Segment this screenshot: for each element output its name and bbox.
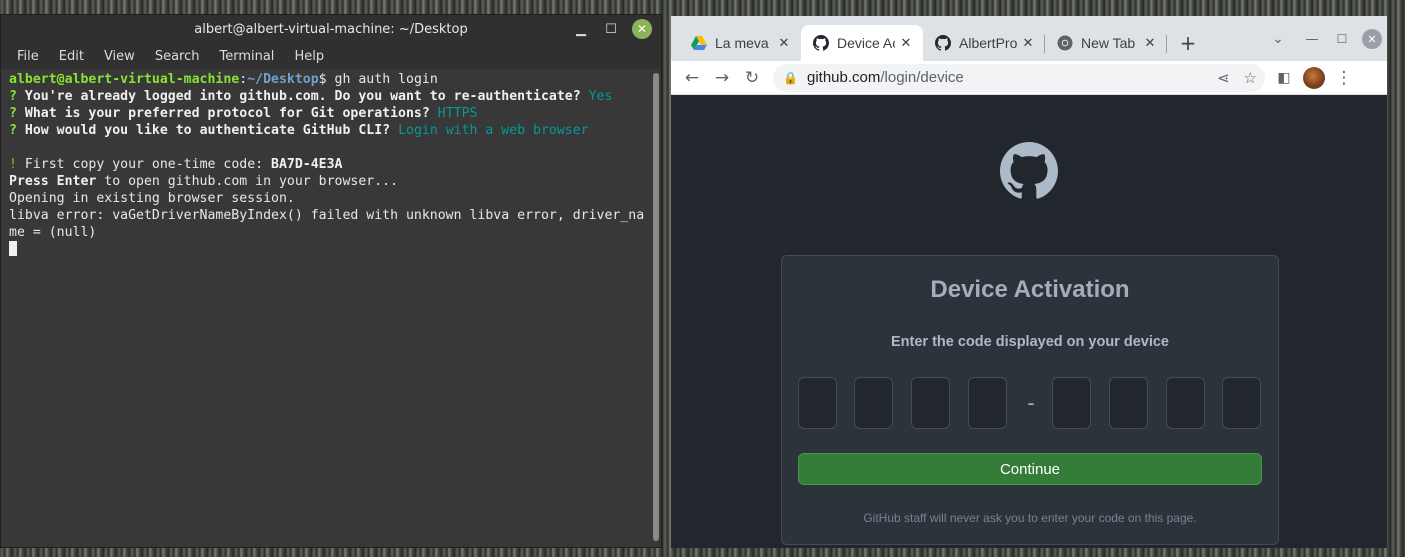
github-icon [935, 35, 951, 51]
code-input-2[interactable] [854, 377, 893, 429]
close-icon[interactable]: ✕ [1021, 36, 1035, 51]
tab-label: La meva u [715, 35, 773, 51]
lock-icon: 🔒 [783, 70, 798, 85]
tab-new-tab[interactable]: New Tab ✕ [1045, 25, 1167, 61]
terminal-line-q1: ? You're already logged into github.com.… [9, 89, 613, 104]
google-drive-icon [691, 35, 707, 51]
code-input-7[interactable] [1166, 377, 1205, 429]
terminal-line-prompt: albert@albert-virtual-machine:~/Desktop$… [9, 72, 438, 87]
terminal-title: albert@albert-virtual-machine: ~/Desktop [194, 21, 468, 37]
github-icon [813, 35, 829, 51]
tab-label: Device Act [837, 35, 895, 51]
close-icon[interactable]: ✕ [777, 36, 791, 51]
minimize-icon[interactable]: ▁ [571, 19, 591, 39]
terminal-line-q3: ? How would you like to authenticate Git… [9, 123, 589, 138]
close-icon[interactable]: ✕ [632, 19, 652, 39]
tab-search-icon[interactable]: ⌄ [1263, 24, 1293, 54]
menu-terminal[interactable]: Terminal [209, 49, 284, 64]
menu-search[interactable]: Search [145, 49, 210, 64]
terminal-scrollbar[interactable] [653, 73, 659, 541]
page-subtitle: Enter the code displayed on your device [891, 334, 1169, 350]
close-icon[interactable]: ✕ [899, 36, 913, 51]
maximize-icon[interactable]: ☐ [601, 19, 621, 39]
code-input-1[interactable] [798, 377, 837, 429]
device-activation-card: Device Activation Enter the code display… [781, 255, 1279, 545]
side-panel-icon[interactable]: ◧ [1269, 64, 1299, 92]
terminal-line-press: Press Enter to open github.com in your b… [9, 174, 399, 189]
code-input-5[interactable] [1052, 377, 1091, 429]
bookmark-star-icon[interactable]: ☆ [1244, 69, 1257, 87]
code-input-8[interactable] [1222, 377, 1261, 429]
tab-label: New Tab [1081, 35, 1136, 51]
page-content: Device Activation Enter the code display… [671, 95, 1387, 548]
code-input-4[interactable] [968, 377, 1007, 429]
terminal-cursor-line [9, 241, 651, 258]
menu-edit[interactable]: Edit [49, 49, 94, 64]
tab-albert-project[interactable]: AlbertPro ✕ [923, 25, 1045, 61]
one-time-code: BA7D-4E3A [271, 157, 343, 172]
code-separator: - [1027, 391, 1035, 415]
terminal-line-libva: libva error: vaGetDriverNameByIndex() fa… [9, 208, 645, 223]
menu-help[interactable]: Help [284, 49, 334, 64]
menu-view[interactable]: View [94, 49, 145, 64]
tab-label: AlbertPro [959, 35, 1017, 51]
security-note: GitHub staff will never ask you to enter… [863, 511, 1197, 525]
chrome-icon [1057, 35, 1073, 51]
reload-icon[interactable]: ↻ [737, 64, 767, 92]
back-icon[interactable]: ← [677, 64, 707, 92]
close-icon[interactable]: ✕ [1143, 36, 1157, 51]
maximize-icon[interactable]: ☐ [1327, 24, 1357, 54]
address-bar[interactable]: 🔒 github.com/login/device ⋖ ☆ [773, 63, 1265, 92]
code-input-3[interactable] [911, 377, 950, 429]
url-path: /login/device [880, 69, 964, 86]
menu-file[interactable]: File [7, 49, 49, 64]
terminal-window: albert@albert-virtual-machine: ~/Desktop… [0, 14, 662, 548]
code-input-6[interactable] [1109, 377, 1148, 429]
tab-device-activation[interactable]: Device Act ✕ [801, 25, 923, 61]
profile-avatar[interactable] [1299, 64, 1329, 92]
forward-icon[interactable]: → [707, 64, 737, 92]
terminal-line-q2: ? What is your preferred protocol for Gi… [9, 106, 478, 121]
avatar [1303, 66, 1325, 89]
new-tab-button[interactable]: + [1173, 25, 1203, 61]
browser-window: La meva u ✕ Device Act ✕ AlbertPro ✕ New… [671, 16, 1387, 548]
tab-google-drive[interactable]: La meva u ✕ [679, 25, 801, 61]
terminal-line-code: ! First copy your one-time code: BA7D-4E… [9, 157, 343, 172]
url-host: github.com [807, 69, 881, 86]
terminal-line-opening: Opening in existing browser session. [9, 191, 295, 206]
browser-toolbar: ← → ↻ 🔒 github.com/login/device ⋖ ☆ ◧ ⋮ [671, 61, 1387, 95]
terminal-line-libva-cont: me = (null) [9, 225, 97, 240]
share-icon[interactable]: ⋖ [1217, 69, 1230, 87]
continue-button[interactable]: Continue [798, 453, 1262, 485]
page-title: Device Activation [930, 276, 1130, 303]
close-icon[interactable]: ✕ [1357, 24, 1387, 54]
terminal-cursor [9, 241, 17, 256]
terminal-output[interactable]: albert@albert-virtual-machine:~/Desktop$… [1, 69, 651, 547]
terminal-menubar: File Edit View Search Terminal Help [1, 43, 661, 69]
kebab-menu-icon[interactable]: ⋮ [1329, 64, 1359, 92]
terminal-titlebar[interactable]: albert@albert-virtual-machine: ~/Desktop… [1, 15, 661, 43]
tab-strip: La meva u ✕ Device Act ✕ AlbertPro ✕ New… [671, 16, 1387, 61]
minimize-icon[interactable]: — [1297, 24, 1327, 54]
github-logo-icon[interactable] [1000, 142, 1058, 200]
